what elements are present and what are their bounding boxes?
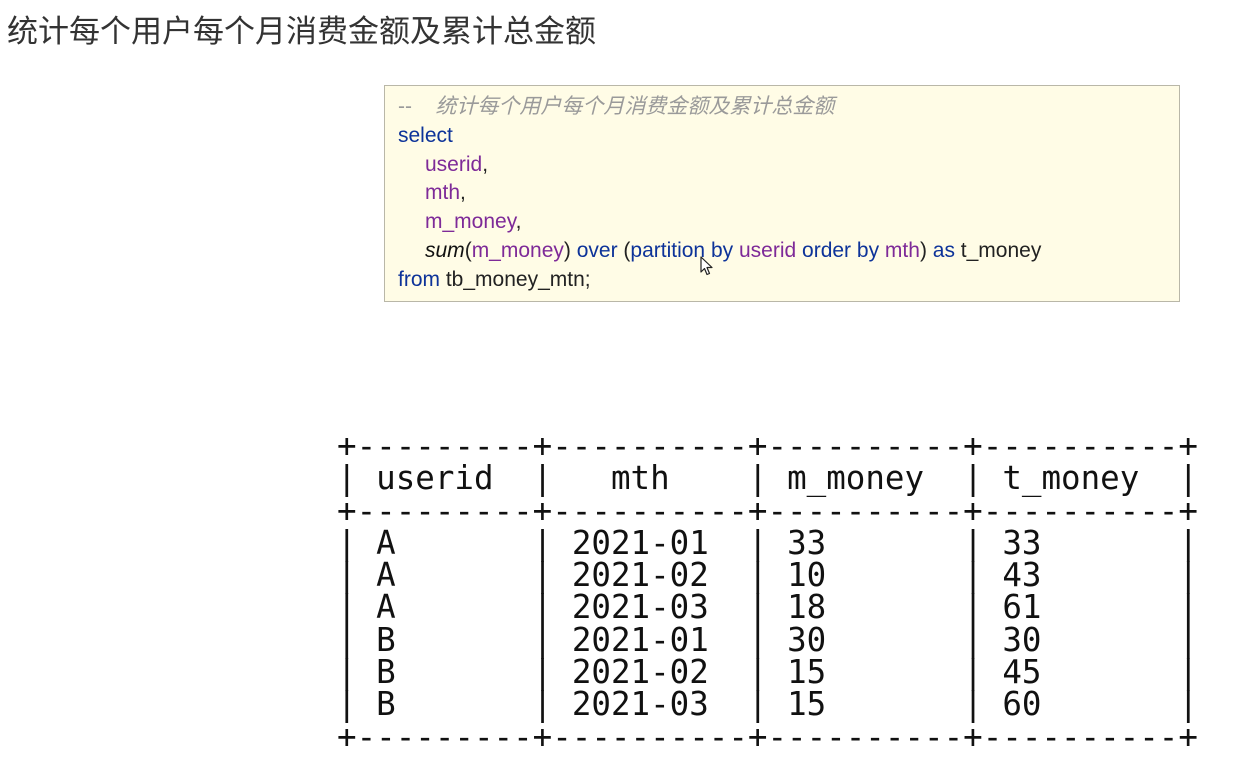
column-m-money: m_money <box>425 210 516 233</box>
page-title: 统计每个用户每个月消费金额及累计总金额 <box>7 14 596 50</box>
over-keyword: over <box>576 239 618 262</box>
table-row: | A | 2021-01 | 33 | 33 | <box>337 523 1199 562</box>
as-keyword: as <box>932 239 955 262</box>
partition-keyword: partition by <box>630 239 734 262</box>
alias-name: t_money <box>960 239 1042 262</box>
code-select-line: select <box>398 121 453 150</box>
code-col-mth-line: mth, <box>425 181 466 204</box>
column-userid: userid <box>425 153 483 176</box>
table-header-row: | userid | mth | m_money | t_money | <box>337 459 1199 498</box>
table-row: | A | 2021-03 | 18 | 61 | <box>337 588 1199 627</box>
sql-code-block: -- 统计每个用户每个月消费金额及累计总金额 select userid, mt… <box>384 85 1180 302</box>
query-result-table: +---------+----------+----------+-------… <box>337 430 1198 753</box>
code-col-userid-line: userid, <box>425 153 489 176</box>
table-name: tb_money_mtn; <box>445 268 591 291</box>
partition-column: userid <box>738 239 797 262</box>
code-col-mmoney-line: m_money, <box>425 210 522 233</box>
table-row: | A | 2021-02 | 10 | 43 | <box>337 556 1199 595</box>
mouse-pointer-icon <box>700 256 713 276</box>
table-row: | B | 2021-01 | 30 | 30 | <box>337 620 1199 659</box>
sum-argument: m_money <box>471 239 564 262</box>
table-border-middle: +---------+----------+----------+-------… <box>337 491 1198 530</box>
order-keyword: order by <box>802 239 880 262</box>
select-keyword: select <box>398 124 453 147</box>
code-comment-line: -- 统计每个用户每个月消费金额及累计总金额 <box>398 92 834 121</box>
table-row: | B | 2021-02 | 15 | 45 | <box>337 653 1199 692</box>
comment-text: 统计每个用户每个月消费金额及累计总金额 <box>435 95 835 118</box>
table-border-bottom: +---------+----------+----------+-------… <box>337 717 1198 756</box>
from-keyword: from <box>398 268 440 291</box>
comment-prefix: -- <box>398 95 412 118</box>
sum-function: sum <box>425 239 465 262</box>
table-border-top: +---------+----------+----------+-------… <box>337 427 1198 465</box>
column-mth: mth <box>425 181 461 204</box>
code-from-line: from tb_money_mtn; <box>398 265 591 294</box>
table-row: | B | 2021-03 | 15 | 60 | <box>337 685 1199 724</box>
code-window-line: sum(m_money) over (partition by userid o… <box>425 239 1042 262</box>
order-column: mth <box>884 239 920 262</box>
